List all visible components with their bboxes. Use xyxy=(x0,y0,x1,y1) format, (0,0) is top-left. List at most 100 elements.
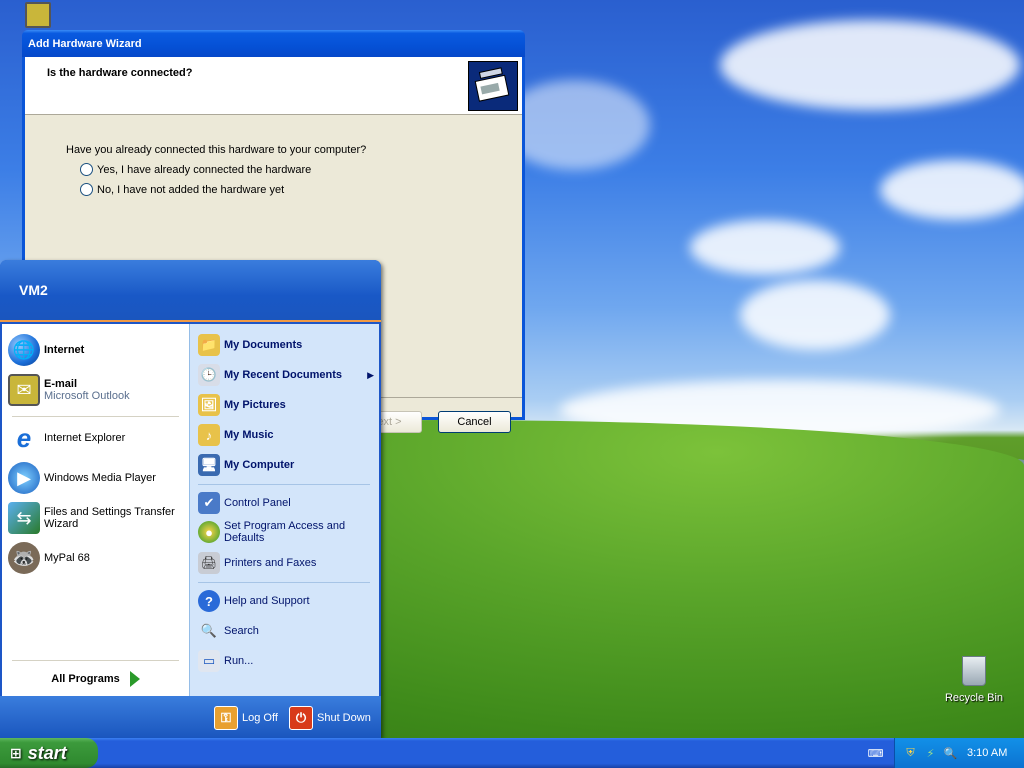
my-documents-label: My Documents xyxy=(224,339,303,351)
ie-icon: e xyxy=(16,422,32,453)
start-menu: VM2 🌐 Internet ✉ Internet E-mail Microso… xyxy=(0,260,381,738)
place-control-panel[interactable]: ✔ Control Panel xyxy=(198,492,291,514)
recycle-bin-label: Recycle Bin xyxy=(944,692,1004,704)
my-pictures-label: My Pictures xyxy=(224,399,286,411)
help-support-label: Help and Support xyxy=(224,595,310,607)
recycle-bin-icon xyxy=(962,656,986,686)
start-button[interactable]: ⊞ start xyxy=(0,738,98,768)
run-label: Run... xyxy=(224,655,254,667)
my-recent-documents-label: My Recent Documents xyxy=(224,369,342,381)
hardware-icon xyxy=(468,61,518,111)
program-access-icon: ● xyxy=(198,521,220,543)
security-shield-icon[interactable]: ⛨ xyxy=(903,746,918,761)
outlook-icon: ✉ xyxy=(8,374,40,406)
wizard-header: Is the hardware connected? xyxy=(25,57,522,115)
start-label: start xyxy=(27,742,67,763)
all-programs-button[interactable]: All Programs xyxy=(2,662,189,696)
wizard-heading: Is the hardware connected? xyxy=(47,67,193,79)
network-icon[interactable]: ⚡ xyxy=(923,746,938,761)
right-separator-1 xyxy=(198,484,370,485)
globe-icon: 🌐 xyxy=(8,334,40,366)
wizard-content: Have you already connected this hardware… xyxy=(66,144,366,196)
place-my-music[interactable]: ♪ My Music xyxy=(198,424,274,446)
shut-down-button[interactable]: ⏻ Shut Down xyxy=(289,706,371,730)
recent-transfer-label: Files and Settings Transfer Wizard xyxy=(44,506,175,530)
transfer-wizard-icon: ⇆ xyxy=(8,502,40,534)
option-no[interactable]: No, I have not added the hardware yet xyxy=(80,183,366,196)
all-programs-label: All Programs xyxy=(51,673,120,685)
arrow-right-icon xyxy=(129,671,140,687)
right-separator-2 xyxy=(198,582,370,583)
place-my-pictures[interactable]: 🖼 My Pictures xyxy=(198,394,286,416)
search-label: Search xyxy=(224,625,259,637)
option-no-label: No, I have not added the hardware yet xyxy=(97,183,285,196)
computer-icon: 🖥 xyxy=(198,454,220,476)
my-music-label: My Music xyxy=(224,429,274,441)
taskbar: ⊞ start ⌨ ⛨ ⚡ 🔍 3:10 AM xyxy=(0,738,1024,768)
start-menu-right-pane: 📁 My Documents 🕒 My Recent Documents ▶ 🖼… xyxy=(189,324,379,696)
place-run[interactable]: ▭ Run... xyxy=(198,650,253,672)
recent-mypal[interactable]: 🦝 MyPal 68 xyxy=(8,542,90,574)
search-tray-icon[interactable]: 🔍 xyxy=(943,746,958,761)
place-my-computer[interactable]: 🖥 My Computer xyxy=(198,454,294,476)
recent-mypal-label: MyPal 68 xyxy=(44,552,90,564)
outlook-icon xyxy=(25,2,51,28)
run-icon: ▭ xyxy=(198,650,220,672)
log-off-label: Log Off xyxy=(242,712,278,724)
log-off-button[interactable]: ⚿ Log Off xyxy=(214,706,278,730)
pinned-email[interactable]: ✉ Internet E-mail Microsoft Outlook xyxy=(8,374,130,406)
search-icon: 🔍 xyxy=(200,623,218,638)
recent-files-settings-transfer[interactable]: ⇆ Files and Settings Transfer Wizard xyxy=(8,502,183,534)
folder-music-icon: ♪ xyxy=(198,424,220,446)
clock[interactable]: 3:10 AM xyxy=(967,747,1007,759)
control-panel-label: Control Panel xyxy=(224,497,291,509)
recent-documents-icon: 🕒 xyxy=(198,364,220,386)
recent-internet-explorer[interactable]: e Internet Explorer xyxy=(8,422,126,454)
folder-pictures-icon: 🖼 xyxy=(198,394,220,416)
place-my-documents[interactable]: 📁 My Documents xyxy=(198,334,302,356)
my-computer-label: My Computer xyxy=(224,459,295,471)
place-help-support[interactable]: ? Help and Support xyxy=(198,590,310,612)
pinned-internet[interactable]: 🌐 Internet xyxy=(8,334,84,366)
recent-windows-media-player[interactable]: ▶ Windows Media Player xyxy=(8,462,156,494)
wizard-title-bar[interactable]: Add Hardware Wizard xyxy=(22,30,525,57)
user-name: VM2 xyxy=(19,282,48,298)
recent-ie-label: Internet Explorer xyxy=(44,432,126,444)
left-separator xyxy=(12,416,179,417)
radio-yes[interactable] xyxy=(80,163,93,176)
radio-no[interactable] xyxy=(80,183,93,196)
raccoon-icon: 🦝 xyxy=(8,542,40,574)
control-panel-icon: ✔ xyxy=(198,492,220,514)
all-programs-separator xyxy=(12,660,179,661)
place-my-recent-documents[interactable]: 🕒 My Recent Documents ▶ xyxy=(198,364,374,386)
set-program-access-label: Set Program Access and Defaults xyxy=(224,520,346,544)
wizard-title: Add Hardware Wizard xyxy=(28,37,142,50)
start-menu-header: VM2 xyxy=(0,260,381,322)
pinned-internet-label: Internet xyxy=(44,344,85,356)
place-set-program-access[interactable]: ● Set Program Access and Defaults xyxy=(198,520,368,544)
place-search[interactable]: 🔍 Search xyxy=(198,620,259,642)
help-icon: ? xyxy=(198,590,220,612)
start-menu-left-pane: 🌐 Internet ✉ Internet E-mail Microsoft O… xyxy=(2,324,189,696)
desktop-icon-top[interactable] xyxy=(8,2,68,28)
key-icon: ⚿ xyxy=(214,706,238,730)
place-printers-faxes[interactable]: 🖨 Printers and Faxes xyxy=(198,552,316,574)
cancel-button[interactable]: Cancel xyxy=(438,411,511,433)
printers-faxes-label: Printers and Faxes xyxy=(224,557,317,569)
keyboard-icon[interactable]: ⌨ xyxy=(868,746,884,761)
windows-logo-icon: ⊞ xyxy=(10,744,22,761)
recent-wmp-label: Windows Media Player xyxy=(44,472,156,484)
media-player-icon: ▶ xyxy=(8,462,40,494)
printer-icon: 🖨 xyxy=(198,552,220,574)
folder-documents-icon: 📁 xyxy=(198,334,220,356)
connected-question: Have you already connected this hardware… xyxy=(66,144,367,156)
shut-down-label: Shut Down xyxy=(317,712,371,724)
pinned-email-subtitle: Microsoft Outlook xyxy=(44,390,130,402)
option-yes-label: Yes, I have already connected the hardwa… xyxy=(97,163,312,176)
system-tray: ⛨ ⚡ 🔍 3:10 AM xyxy=(894,738,1024,768)
pinned-email-title: E-mail xyxy=(44,378,78,390)
power-icon: ⏻ xyxy=(289,706,313,730)
submenu-arrow-icon: ▶ xyxy=(367,369,374,380)
option-yes[interactable]: Yes, I have already connected the hardwa… xyxy=(80,163,366,176)
desktop-icon-recycle-bin[interactable]: Recycle Bin xyxy=(936,656,1012,704)
